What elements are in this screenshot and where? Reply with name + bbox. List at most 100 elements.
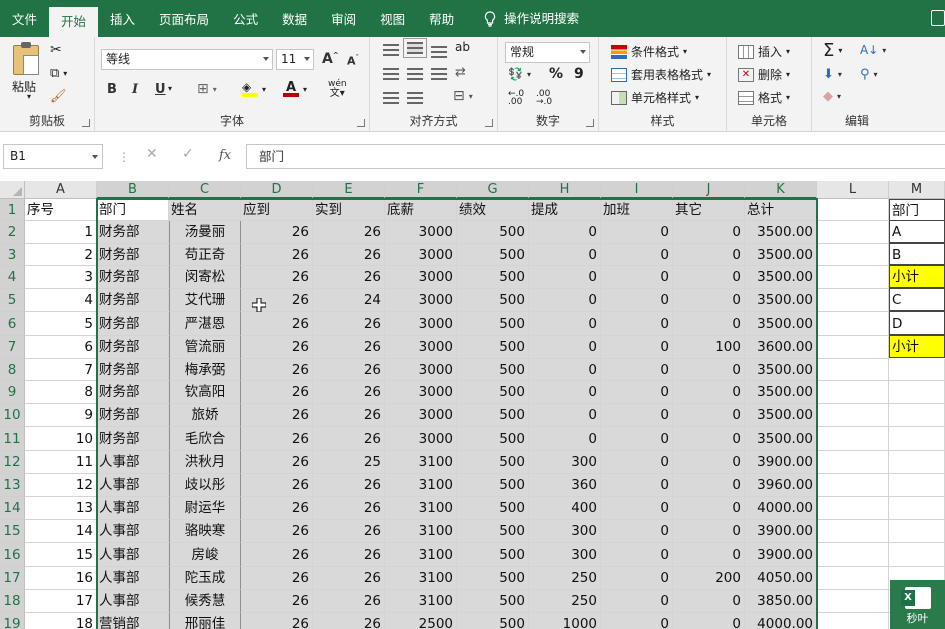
empty-cell[interactable] [817,336,889,359]
tab-7[interactable]: 视图 [368,0,417,37]
data-cell[interactable]: 26 [241,497,313,520]
data-cell[interactable]: 3100 [385,497,457,520]
column-header[interactable]: F [385,181,457,199]
data-cell[interactable]: 0 [673,590,745,613]
header-cell[interactable]: 序号 [25,199,97,221]
data-cell[interactable]: 26 [313,312,385,336]
data-cell[interactable]: 0 [529,289,601,312]
data-cell[interactable]: 26 [241,221,313,244]
borders-icon[interactable]: ⊞ ▾ [197,81,217,97]
empty-cell[interactable] [889,451,945,474]
column-header[interactable]: M [889,181,945,199]
data-cell[interactable]: 人事部 [97,497,169,520]
data-cell[interactable]: 0 [673,244,745,266]
data-cell[interactable]: 3000 [385,289,457,312]
data-cell[interactable]: 500 [457,497,529,520]
data-cell[interactable]: 0 [601,289,673,312]
data-cell[interactable]: 360 [529,474,601,497]
data-cell[interactable]: 0 [673,543,745,567]
data-cell[interactable]: 26 [241,381,313,404]
find-select-icon[interactable]: ⚲ ▾ [860,67,878,82]
empty-cell[interactable] [817,567,889,590]
empty-cell[interactable] [817,266,889,289]
side-table-cell[interactable]: 小计 [889,265,945,288]
data-cell[interactable]: 0 [601,451,673,474]
data-cell[interactable]: 26 [241,567,313,590]
row-header[interactable]: 2 [0,221,25,244]
data-cell[interactable]: 3850.00 [745,590,817,613]
data-cell[interactable]: 3100 [385,543,457,567]
number-launcher-icon[interactable] [586,119,594,127]
data-cell[interactable]: 12 [25,474,97,497]
data-cell[interactable]: 26 [241,336,313,359]
data-cell[interactable]: 500 [457,336,529,359]
data-cell[interactable]: 0 [601,336,673,359]
header-cell[interactable]: 实到 [313,199,385,221]
header-cell[interactable]: 总计 [745,199,817,221]
data-cell[interactable]: 4 [25,289,97,312]
side-table-cell[interactable]: D [889,311,945,335]
row-header[interactable]: 8 [0,359,25,381]
data-cell[interactable]: 500 [457,312,529,336]
row-header[interactable]: 14 [0,497,25,520]
autosum-button[interactable]: Σ ▾ [823,40,842,61]
data-cell[interactable]: 26 [313,266,385,289]
data-cell[interactable]: 财务部 [97,359,169,381]
data-cell[interactable]: 艾代珊 [169,289,241,312]
data-cell[interactable]: 0 [529,427,601,451]
alignment-launcher-icon[interactable] [485,119,493,127]
data-cell[interactable]: 500 [457,221,529,244]
tell-me-search[interactable]: 操作说明搜索 [472,0,591,37]
sort-filter-icon[interactable]: A↓ ▾ [860,43,886,57]
align-bottom-icon[interactable] [431,46,447,58]
data-cell[interactable]: 26 [313,359,385,381]
data-cell[interactable]: 0 [601,221,673,244]
data-cell[interactable]: 3000 [385,381,457,404]
empty-cell[interactable] [817,427,889,451]
empty-cell[interactable] [889,474,945,497]
empty-cell[interactable] [817,199,889,221]
data-cell[interactable]: 100 [673,336,745,359]
data-cell[interactable]: 26 [241,427,313,451]
data-cell[interactable]: 26 [241,613,313,629]
data-cell[interactable]: 500 [457,266,529,289]
grow-font-button[interactable]: A^ [322,51,339,67]
data-cell[interactable]: 0 [673,451,745,474]
data-cell[interactable]: 0 [601,244,673,266]
data-cell[interactable]: 26 [313,404,385,427]
data-cell[interactable]: 0 [601,567,673,590]
data-cell[interactable]: 26 [313,336,385,359]
side-table-cell[interactable]: B [889,243,945,265]
data-cell[interactable]: 0 [601,497,673,520]
data-cell[interactable]: 3100 [385,474,457,497]
tab-8[interactable]: 帮助 [417,0,466,37]
data-cell[interactable]: 26 [313,474,385,497]
data-cell[interactable]: 0 [529,336,601,359]
font-launcher-icon[interactable] [357,119,365,127]
header-cell[interactable]: 提成 [529,199,601,221]
row-header[interactable]: 1 [0,199,25,221]
empty-cell[interactable] [889,404,945,427]
data-cell[interactable]: 财务部 [97,381,169,404]
side-table-cell[interactable]: 小计 [889,335,945,358]
data-cell[interactable]: 苟正奇 [169,244,241,266]
font-size-select[interactable]: 11 [276,49,314,70]
data-cell[interactable]: 500 [457,427,529,451]
row-header[interactable]: 11 [0,427,25,451]
data-cell[interactable]: 500 [457,244,529,266]
data-cell[interactable]: 500 [457,590,529,613]
data-cell[interactable]: 0 [601,590,673,613]
data-cell[interactable]: 26 [313,613,385,629]
decrease-decimal-icon[interactable]: .00 →.0 [536,90,552,107]
data-cell[interactable]: 3500.00 [745,221,817,244]
data-cell[interactable]: 0 [601,404,673,427]
header-cell[interactable]: 底薪 [385,199,457,221]
data-cell[interactable]: 17 [25,590,97,613]
clipboard-launcher-icon[interactable] [82,119,90,127]
empty-cell[interactable] [817,451,889,474]
data-cell[interactable]: 3500.00 [745,312,817,336]
data-cell[interactable]: 财务部 [97,312,169,336]
data-cell[interactable]: 0 [529,221,601,244]
empty-cell[interactable] [889,497,945,520]
data-cell[interactable]: 26 [241,543,313,567]
